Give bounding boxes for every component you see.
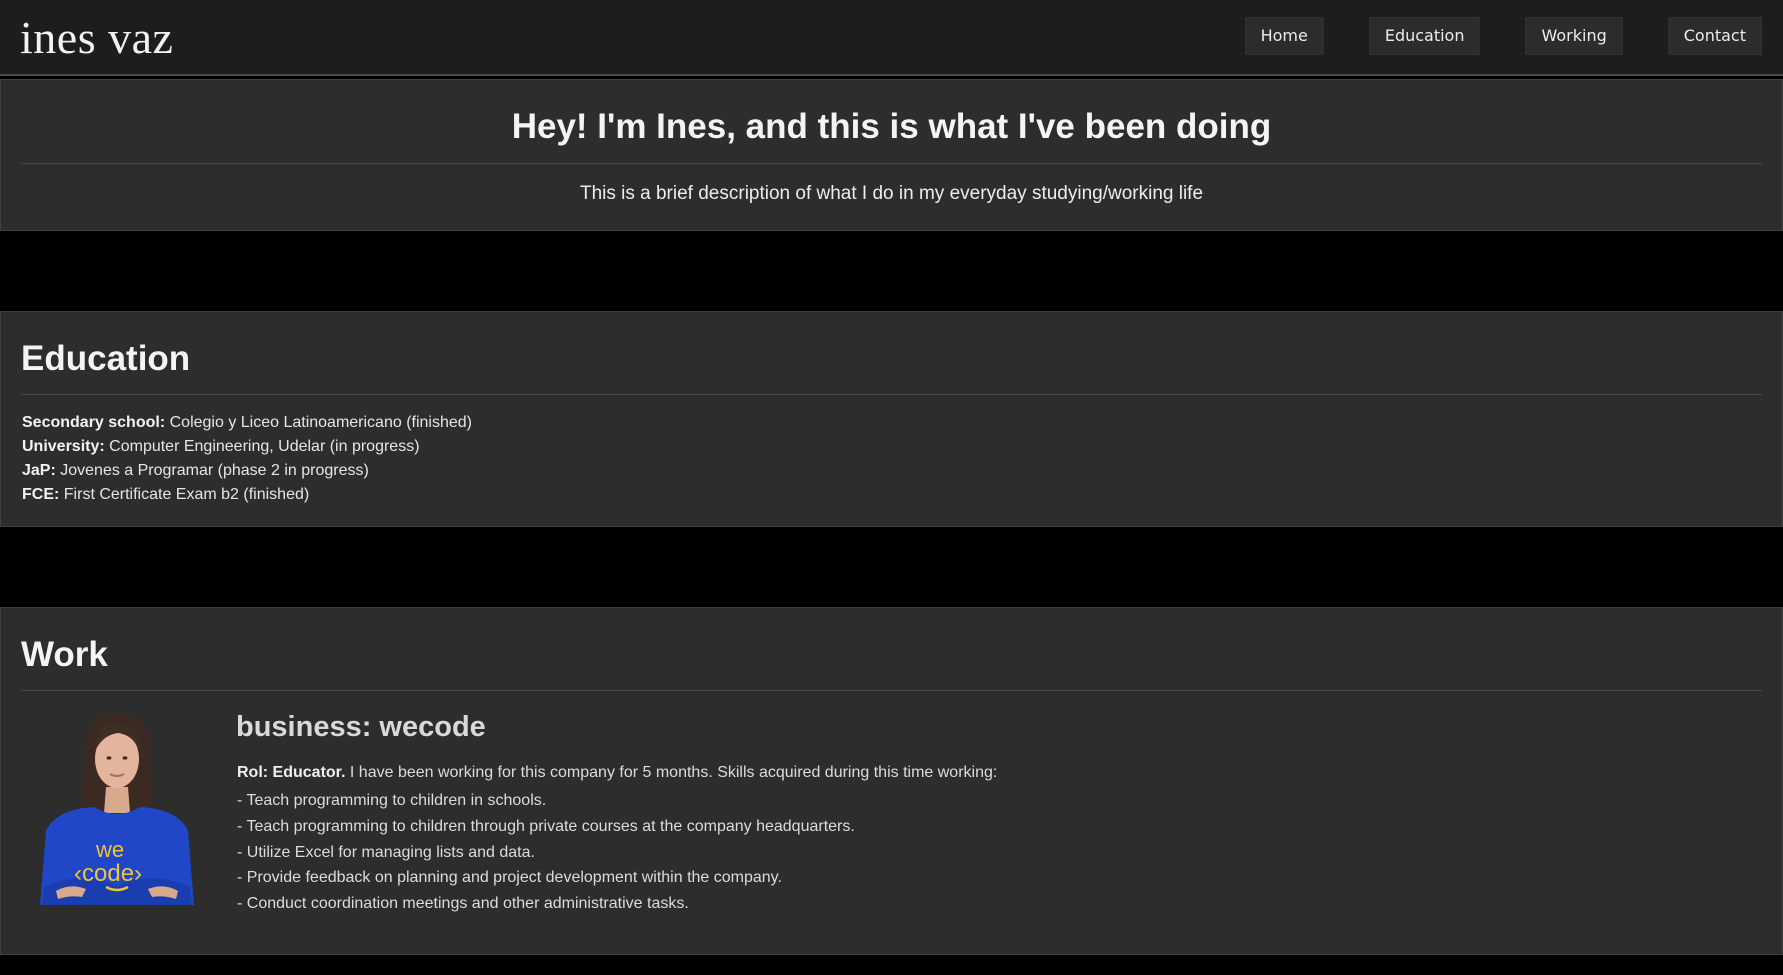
nav-education-button[interactable]: Education [1368, 17, 1481, 55]
education-item-label: FCE: [22, 486, 60, 503]
intro-panel: Hey! I'm Ines, and this is what I've bee… [0, 79, 1783, 231]
profile-photo-illustration: we ‹code› [34, 709, 200, 905]
role-label: Rol: Educator. [237, 764, 346, 781]
skill-item: - Conduct coordination meetings and othe… [237, 895, 689, 913]
work-panel: Work we ‹code› business: wecode Rol: Edu… [0, 607, 1783, 955]
role-description: Rol: Educator. I have been working for t… [237, 762, 997, 784]
skill-item: - Teach programming to children through … [237, 817, 855, 835]
shirt-logo-text-bottom: ‹code› [74, 860, 142, 887]
nav-working-button[interactable]: Working [1525, 17, 1623, 55]
education-item: University: Computer Engineering, Udelar… [22, 435, 472, 459]
education-item-label: JaP: [22, 462, 56, 479]
intro-divider [21, 163, 1762, 164]
work-heading: Work [21, 635, 108, 674]
education-item-label: University: [22, 438, 105, 455]
skill-item: - Provide feedback on planning and proje… [237, 869, 782, 887]
education-list: Secondary school: Colegio y Liceo Latino… [22, 411, 472, 507]
education-item-value: Jovenes a Programar (phase 2 in progress… [60, 462, 369, 479]
main-nav: Home Education Working Contact [1244, 17, 1762, 55]
shirt-logo-text-top: we [95, 837, 124, 862]
education-item: FCE: First Certificate Exam b2 (finished… [22, 483, 472, 507]
education-item: JaP: Jovenes a Programar (phase 2 in pro… [22, 459, 472, 483]
education-item: Secondary school: Colegio y Liceo Latino… [22, 411, 472, 435]
education-heading: Education [21, 339, 191, 378]
role-text: I have been working for this company for… [349, 764, 998, 781]
work-divider [21, 690, 1762, 691]
skills-list: - Teach programming to children in schoo… [237, 788, 855, 917]
intro-subtitle: This is a brief description of what I do… [579, 183, 1204, 204]
nav-contact-button[interactable]: Contact [1667, 17, 1762, 55]
top-navigation-bar: ines vaz Home Education Working Contact [0, 0, 1783, 76]
education-item-label: Secondary school: [22, 414, 166, 431]
business-title: business: wecode [236, 711, 486, 743]
education-item-value: First Certificate Exam b2 (finished) [63, 486, 310, 503]
education-divider [21, 394, 1762, 395]
intro-title: Hey! I'm Ines, and this is what I've bee… [511, 107, 1272, 146]
education-item-value: Colegio y Liceo Latinoamericano (finishe… [169, 414, 472, 431]
skill-item: - Teach programming to children in schoo… [237, 792, 547, 809]
education-panel: Education Secondary school: Colegio y Li… [0, 311, 1783, 527]
profile-photo: we ‹code› [34, 709, 200, 905]
skill-item: - Utilize Excel for managing lists and d… [237, 843, 535, 861]
nav-home-button[interactable]: Home [1244, 17, 1324, 55]
education-item-value: Computer Engineering, Udelar (in progres… [109, 438, 420, 455]
site-logo[interactable]: ines vaz [20, 10, 173, 66]
